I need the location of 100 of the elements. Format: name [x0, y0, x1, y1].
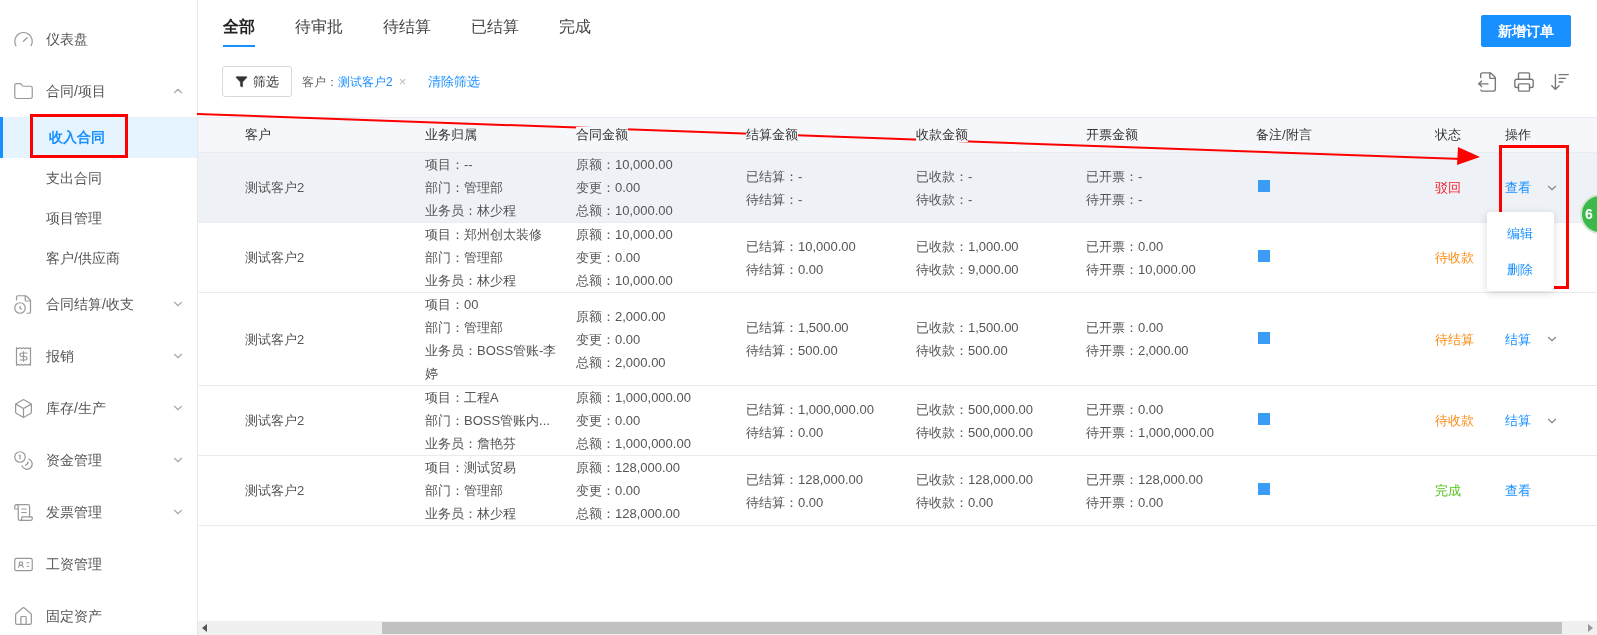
amount-line: 原额：2,000.00: [576, 307, 667, 326]
horizontal-scrollbar[interactable]: [198, 621, 1597, 635]
filter-button[interactable]: 筛选: [222, 66, 292, 97]
payment-line: 待收款：500,000.00: [916, 423, 1035, 442]
business-line: 项目：测试贸易: [425, 459, 517, 477]
amount-line: 总额：10,000.00: [576, 202, 674, 220]
amount-line: 总额：10,000.00: [576, 272, 674, 290]
customer-cell-text: 测试客户2: [244, 179, 306, 197]
settlement-line: 待结算：0.00: [746, 423, 825, 442]
amount-line: 原额：10,000.00: [576, 226, 674, 244]
column-header: 备注/附言: [1256, 127, 1312, 143]
sidebar-item[interactable]: 发票管理: [0, 486, 197, 538]
invoice-line: 已开票：0.00: [1086, 400, 1165, 419]
business-line: 部门：管理部: [425, 319, 504, 337]
column-header: 结算金额: [746, 127, 798, 143]
column-header: 收款金额: [916, 127, 968, 143]
settlement-line: 已结算：1,000,000.00: [746, 400, 875, 419]
settlement-line: 已结算：1,500.00: [746, 319, 850, 337]
status-text: 完成: [1435, 482, 1462, 500]
invoice-line: 已开票：-: [1086, 167, 1144, 186]
settlement-line: 已结算：128,000.00: [746, 470, 865, 489]
customer-cell-text: 测试客户2: [244, 330, 306, 349]
business-line: 部门：管理部: [425, 179, 504, 197]
sidebar-item[interactable]: 固定资产: [0, 590, 197, 635]
sidebar-item[interactable]: 仪表盘: [0, 13, 197, 65]
column-header: 客户: [245, 127, 271, 143]
cube-icon: [13, 397, 34, 419]
invoice-line: 待开票：1,000,000.00: [1086, 423, 1215, 442]
amount-line: 变更：0.00: [576, 249, 642, 267]
amount-line: 总额：128,000.00: [576, 505, 682, 523]
sidebar-item[interactable]: 工资管理: [0, 538, 197, 590]
tab[interactable]: 已结算: [471, 15, 519, 47]
amount-line: 原额：1,000,000.00: [576, 389, 692, 407]
amount-line: 总额：2,000.00: [576, 353, 667, 372]
payment-line: 已收款：1,500.00: [916, 319, 1020, 337]
coins-icon: [13, 449, 34, 471]
document-icon: [13, 293, 34, 315]
payment-line: 已收款：-: [916, 167, 974, 186]
sidebar-subitem[interactable]: 客户/供应商: [0, 238, 197, 278]
column-header: 合同金额: [576, 127, 628, 143]
tab[interactable]: 完成: [559, 15, 591, 47]
receipt-icon: [13, 345, 34, 367]
column-header: 业务归属: [425, 127, 477, 143]
status-text: 待结算: [1435, 330, 1475, 349]
business-line: 部门：管理部: [425, 249, 504, 267]
house-icon: [13, 605, 34, 627]
print-icon[interactable]: [1513, 70, 1535, 93]
settlement-line: 已结算：10,000.00: [746, 237, 857, 256]
payment-line: 待收款：-: [916, 190, 974, 209]
note-square-icon[interactable]: [1258, 331, 1270, 344]
payment-line: 待收款：500.00: [916, 342, 1009, 360]
status-text: 待收款: [1435, 412, 1475, 430]
amount-line: 总额：1,000,000.00: [576, 435, 692, 453]
payment-line: 已收款：500,000.00: [916, 400, 1035, 419]
business-line: 部门：BOSS管账内...: [425, 412, 551, 430]
settlement-line: 待结算：-: [746, 190, 804, 209]
customer-cell-text: 测试客户2: [244, 249, 306, 267]
sidebar-subitem[interactable]: 支出合同: [0, 158, 197, 198]
tab[interactable]: 待审批: [295, 15, 343, 47]
customer-cell-text: 测试客户2: [244, 412, 306, 430]
settlement-line: 待结算：0.00: [746, 260, 825, 279]
tab[interactable]: 待结算: [383, 15, 431, 47]
sidebar-item[interactable]: 库存/生产: [0, 382, 197, 434]
status-text: 待收款: [1435, 249, 1475, 267]
sidebar-item[interactable]: 资金管理: [0, 434, 197, 486]
filter-icon: [235, 75, 248, 88]
amount-line: 变更：0.00: [576, 482, 642, 500]
payment-line: 已收款：1,000.00: [916, 237, 1020, 256]
invoice-line: 已开票：0.00: [1086, 319, 1165, 337]
sidebar-item[interactable]: 合同结算/收支: [0, 278, 197, 330]
payment-line: 待收款：9,000.00: [916, 260, 1020, 279]
export-icon[interactable]: [1477, 70, 1499, 93]
sidebar-item[interactable]: 报销: [0, 330, 197, 382]
business-line: 项目：郑州创太装修: [425, 226, 543, 244]
sidebar-subitem[interactable]: 项目管理: [0, 198, 197, 238]
column-header: 状态: [1435, 127, 1461, 143]
business-line: 项目：00: [425, 296, 480, 314]
business-line: 业务员：林少程: [425, 272, 517, 290]
tab[interactable]: 全部: [223, 15, 255, 47]
invoice-line: 已开票：128,000.00: [1086, 470, 1205, 489]
amount-line: 原额：128,000.00: [576, 459, 682, 477]
invoice-line: 已开票：0.00: [1086, 237, 1165, 256]
invoice-line: 待开票：2,000.00: [1086, 342, 1190, 360]
customer-cell-text: 测试客户2: [244, 482, 306, 500]
document-icon: [13, 501, 34, 523]
invoice-line: 待开票：-: [1086, 190, 1144, 209]
column-header: 操作: [1505, 127, 1531, 143]
filter-tag-label: 客户：: [302, 73, 338, 91]
folder-icon: [13, 80, 34, 102]
amount-line: 变更：0.00: [576, 179, 642, 197]
payment-line: 待收款：0.00: [916, 493, 995, 512]
payment-line: 已收款：128,000.00: [916, 470, 1035, 489]
sidebar-item[interactable]: 合同/项目: [0, 65, 197, 117]
business-line: 部门：管理部: [425, 482, 504, 500]
business-line: 项目：工程A: [425, 389, 500, 407]
settlement-line: 待结算：500.00: [746, 342, 839, 360]
amount-line: 变更：0.00: [576, 412, 642, 430]
column-header: 开票金额: [1086, 127, 1138, 143]
business-line: 项目：--: [425, 156, 474, 174]
business-line: 业务员：林少程: [425, 505, 517, 523]
